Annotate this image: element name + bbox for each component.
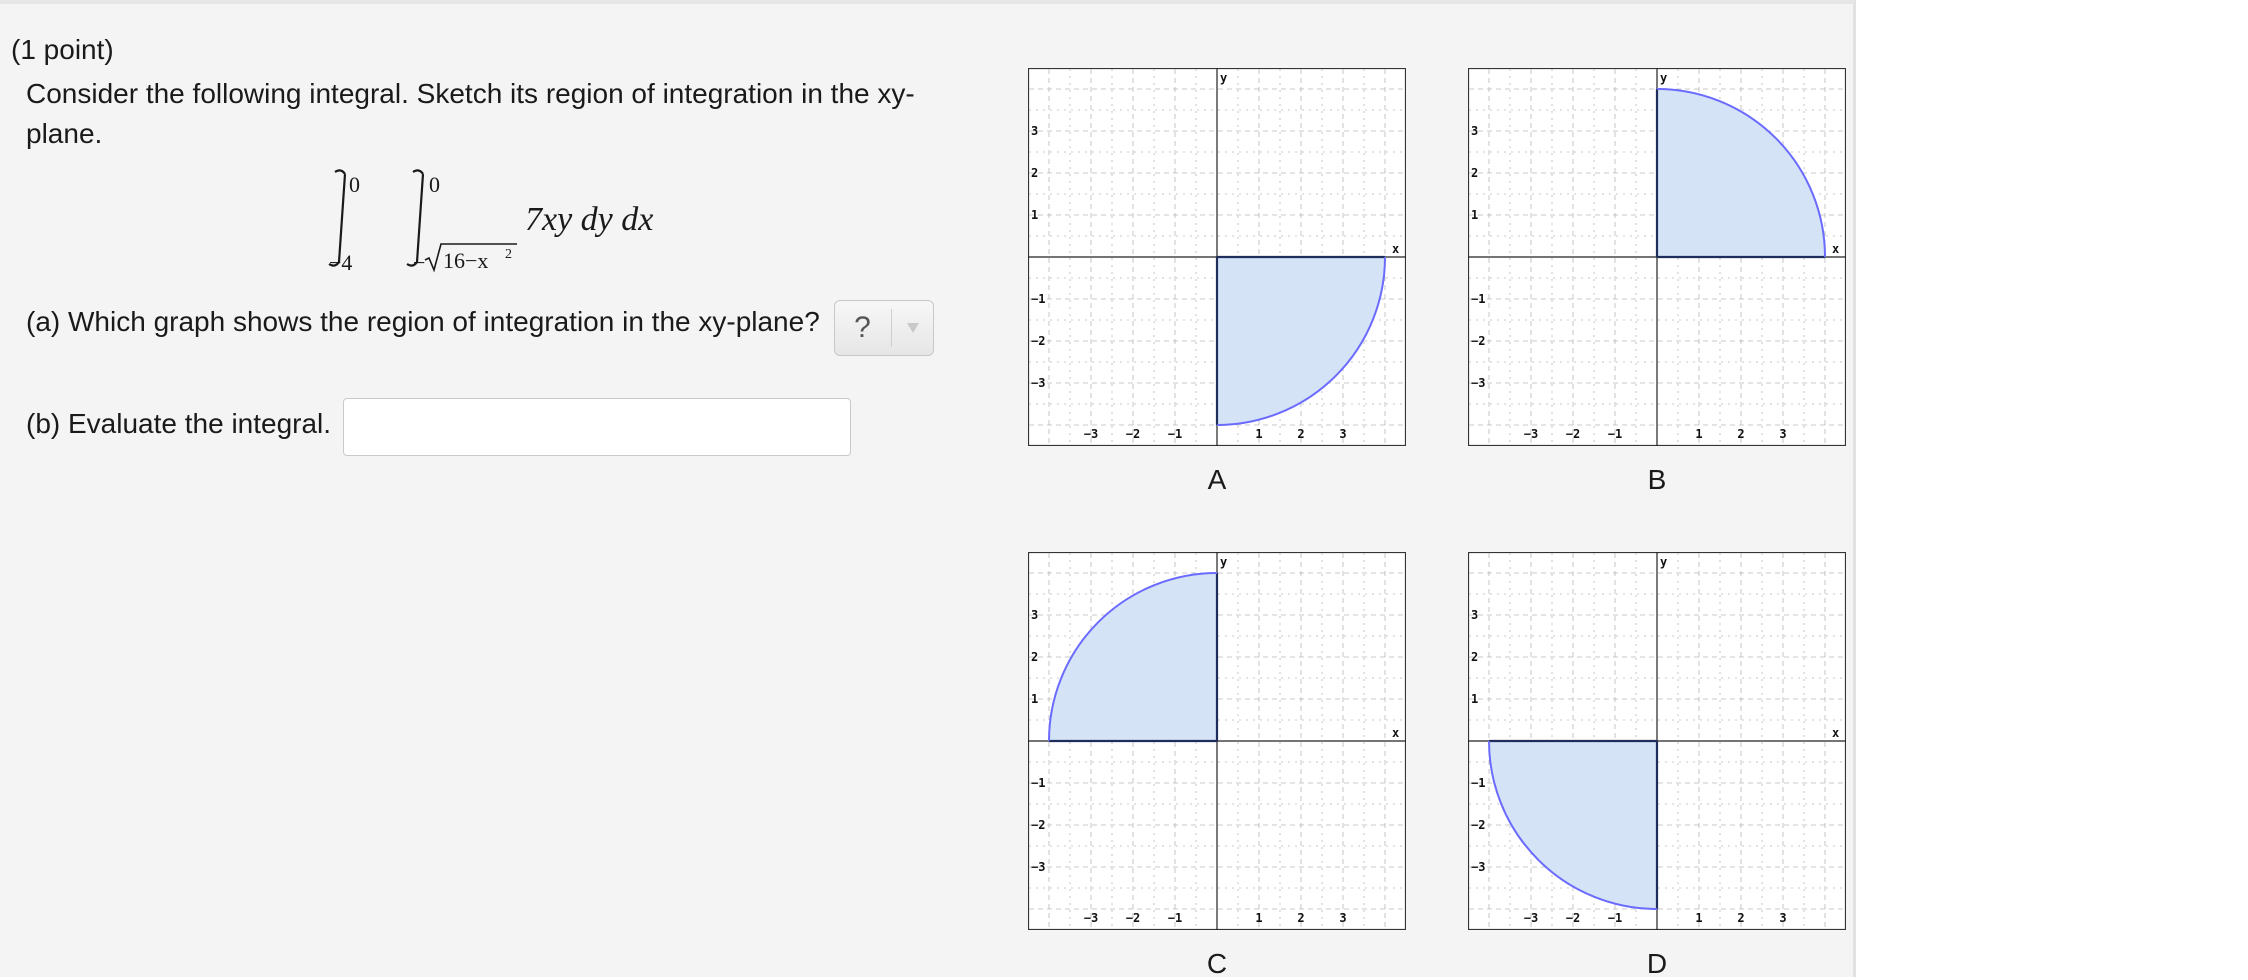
y-tick-label: −2 [1471, 818, 1485, 832]
chevron-down-icon [907, 323, 919, 333]
graph-c-label: C [1206, 948, 1228, 979]
y-tick-label: −2 [1031, 334, 1045, 348]
coordinate-plane: −3 −2 −1 1 2 3 3 2 1 −1 −2 −3 x y [1468, 552, 1846, 930]
x-tick-label: 1 [1695, 911, 1702, 925]
x-tick-label: −2 [1126, 427, 1140, 441]
graph-d[interactable]: −3 −2 −1 1 2 3 3 2 1 −1 −2 −3 x y [1468, 552, 1846, 930]
problem-panel: (1 point) Consider the following integra… [0, 0, 1856, 979]
y-tick-label: 1 [1031, 208, 1038, 222]
x-tick-label: −2 [1566, 427, 1580, 441]
x-tick-label: 1 [1695, 427, 1702, 441]
y-axis-label: y [1660, 71, 1667, 85]
graph-a[interactable]: −3 −2 −1 1 2 3 3 2 1 −1 −2 −3 x y [1028, 68, 1406, 446]
answer-input[interactable] [343, 398, 851, 456]
graph-b-label: B [1647, 464, 1667, 495]
inner-lower-radicand: 16−x [443, 248, 488, 273]
part-b-text: (b) Evaluate the integral. [26, 408, 332, 439]
x-tick-label: −3 [1524, 427, 1538, 441]
coordinate-plane: −3 −2 −1 1 2 3 3 2 1 −1 −2 −3 x y [1028, 552, 1406, 930]
graph-select-dropdown[interactable]: ? [834, 300, 934, 356]
y-tick-label: −1 [1031, 776, 1045, 790]
y-tick-label: 2 [1471, 650, 1478, 664]
x-tick-label: 2 [1737, 427, 1744, 441]
x-tick-label: 3 [1339, 911, 1346, 925]
y-tick-label: 1 [1031, 692, 1038, 706]
y-tick-label: 2 [1031, 166, 1038, 180]
dropdown-value: ? [854, 311, 871, 344]
y-tick-label: −3 [1031, 860, 1045, 874]
y-tick-label: 1 [1471, 692, 1478, 706]
integrand: 7xy dy dx [525, 201, 653, 238]
x-tick-label: 2 [1297, 911, 1304, 925]
y-tick-label: 2 [1031, 650, 1038, 664]
x-tick-label: −3 [1084, 911, 1098, 925]
integral-expression: 0 −4 0 − 16−x 2 7xy dy dx [325, 164, 685, 275]
y-tick-label: −1 [1471, 292, 1485, 306]
x-tick-label: 2 [1297, 427, 1304, 441]
x-axis-label: x [1392, 242, 1399, 256]
x-tick-label: 1 [1255, 911, 1262, 925]
x-tick-label: 3 [1339, 427, 1346, 441]
y-tick-label: −1 [1031, 292, 1045, 306]
part-a-text: (a) Which graph shows the region of inte… [26, 306, 820, 337]
y-axis-label: y [1660, 555, 1667, 569]
y-tick-label: 2 [1471, 166, 1478, 180]
y-tick-label: 3 [1031, 608, 1038, 622]
question-text: Consider the following integral. Sketch … [26, 78, 915, 149]
y-tick-label: −3 [1471, 376, 1485, 390]
y-tick-label: −1 [1471, 776, 1485, 790]
x-tick-label: 3 [1779, 911, 1786, 925]
x-tick-label: −1 [1608, 427, 1622, 441]
inner-lower-minus: − [413, 250, 425, 274]
outer-upper-limit: 0 [349, 172, 360, 197]
y-tick-label: 3 [1031, 124, 1038, 138]
coordinate-plane: −3 −2 −1 1 2 3 3 2 1 −1 −2 −3 x y [1468, 68, 1846, 446]
y-axis-label: y [1220, 555, 1227, 569]
x-tick-label: −2 [1566, 911, 1580, 925]
graph-c[interactable]: −3 −2 −1 1 2 3 3 2 1 −1 −2 −3 x y [1028, 552, 1406, 930]
x-axis-label: x [1392, 726, 1399, 740]
y-tick-label: −3 [1031, 376, 1045, 390]
graph-a-label: A [1207, 464, 1227, 495]
x-tick-label: −2 [1126, 911, 1140, 925]
y-tick-label: −2 [1031, 818, 1045, 832]
graph-d-label: D [1646, 948, 1668, 979]
x-tick-label: −1 [1168, 911, 1182, 925]
x-axis-label: x [1832, 242, 1839, 256]
y-tick-label: 3 [1471, 608, 1478, 622]
y-axis-label: y [1220, 71, 1227, 85]
y-tick-label: 1 [1471, 208, 1478, 222]
x-tick-label: 2 [1737, 911, 1744, 925]
x-tick-label: −3 [1524, 911, 1538, 925]
points-label: (1 point) [11, 34, 114, 65]
outer-lower-limit: −4 [329, 250, 352, 274]
inner-upper-limit: 0 [429, 172, 440, 197]
y-tick-label: −2 [1471, 334, 1485, 348]
inner-lower-exponent: 2 [505, 247, 512, 262]
y-tick-label: 3 [1471, 124, 1478, 138]
x-axis-label: x [1832, 726, 1839, 740]
coordinate-plane: −3 −2 −1 1 2 3 3 2 1 −1 −2 −3 x y [1028, 68, 1406, 446]
x-tick-label: −3 [1084, 427, 1098, 441]
y-tick-label: −3 [1471, 860, 1485, 874]
x-tick-label: 3 [1779, 427, 1786, 441]
x-tick-label: −1 [1608, 911, 1622, 925]
x-tick-label: −1 [1168, 427, 1182, 441]
x-tick-label: 1 [1255, 427, 1262, 441]
graph-b[interactable]: −3 −2 −1 1 2 3 3 2 1 −1 −2 −3 x y [1468, 68, 1846, 446]
